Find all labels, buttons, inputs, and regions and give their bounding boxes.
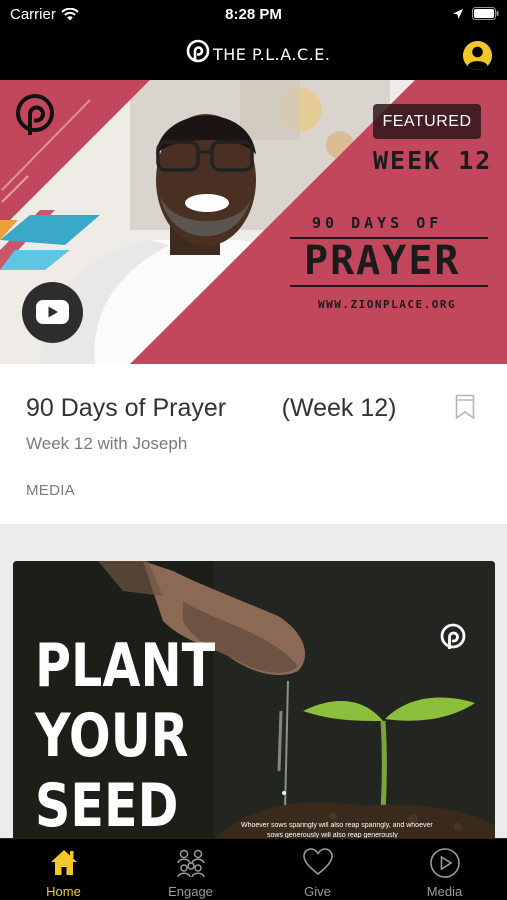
featured-title[interactable]: 90 Days of Prayer (Week 12) <box>26 394 397 423</box>
graphic-top-line: 90 DAYS OF <box>312 214 443 232</box>
featured-category: MEDIA <box>26 482 76 499</box>
tab-give[interactable]: Give <box>254 839 381 900</box>
plant-headline: PLANT YOUR SEED <box>35 631 216 841</box>
profile-button[interactable] <box>463 41 492 70</box>
plant-headline-line: PLANT <box>35 631 216 701</box>
tab-media[interactable]: Media <box>381 839 507 900</box>
status-bar: Carrier 8:28 PM <box>0 0 507 30</box>
youtube-icon <box>36 300 69 324</box>
tab-engage-label: Engage <box>168 884 213 899</box>
play-circle-icon <box>429 848 460 878</box>
featured-subtitle: Week 12 with Joseph <box>26 434 188 453</box>
tab-media-label: Media <box>426 884 463 899</box>
bookmark-button[interactable] <box>455 394 475 425</box>
battery-icon <box>472 7 499 20</box>
home-icon <box>50 850 77 875</box>
location-arrow-icon <box>453 8 463 19</box>
user-circle-icon <box>463 41 492 70</box>
play-video-button[interactable] <box>22 282 83 343</box>
tab-home[interactable]: Home <box>0 839 127 900</box>
tab-home-label: Home <box>46 884 81 899</box>
featured-image[interactable]: FEATURED WEEK 12 90 DAYS OF PRAYER WWW.Z… <box>0 80 507 364</box>
featured-badge: FEATURED <box>373 104 481 139</box>
heart-icon <box>302 848 333 876</box>
tab-engage[interactable]: Engage <box>127 839 254 900</box>
bookmark-icon <box>455 394 475 420</box>
plant-headline-line: SEED <box>35 771 179 841</box>
plant-headline-line: YOUR <box>35 701 189 771</box>
status-right <box>452 7 499 20</box>
featured-badge-label: FEATURED <box>382 113 472 130</box>
graphic-headline: PRAYER <box>304 238 461 284</box>
people-icon <box>176 849 205 878</box>
app-screen: Carrier 8:28 PM THE P.L.A.C.E. FEATURED … <box>0 0 507 900</box>
tab-give-label: Give <box>304 884 331 899</box>
verse-line-1: Whoever sows sparingly will also reap sp… <box>241 822 433 829</box>
graphic-week: WEEK 12 <box>373 146 493 175</box>
featured-card[interactable]: 90 Days of Prayer (Week 12) Week 12 with… <box>0 364 507 524</box>
clock: 8:28 PM <box>225 6 282 23</box>
app-title: THE P.L.A.C.E. <box>213 44 331 64</box>
app-logo: THE P.L.A.C.E. <box>186 39 330 69</box>
graphic-url: WWW.ZIONPLACE.ORG <box>318 298 457 311</box>
place-logo-icon <box>186 39 210 63</box>
plant-your-seed-card[interactable]: PLANT YOUR SEED Whoever sows sparingly w… <box>13 561 495 841</box>
tab-bar: Home Engage Give Media <box>0 838 507 900</box>
app-header: THE P.L.A.C.E. <box>0 30 507 80</box>
